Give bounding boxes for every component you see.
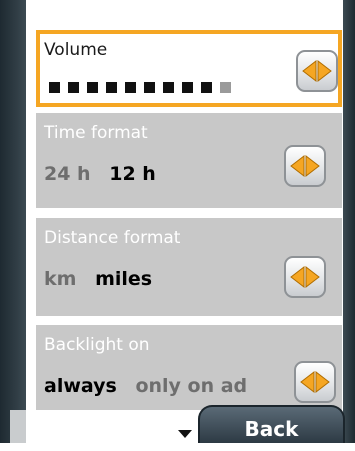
volume-segment xyxy=(182,82,193,93)
volume-setting[interactable]: Volume xyxy=(36,30,342,107)
time-format-options: 24 h 12 h xyxy=(44,163,168,185)
volume-segment xyxy=(68,82,79,93)
backlight-title: Backlight on xyxy=(44,335,150,355)
volume-segment-empty xyxy=(220,82,231,93)
distance-format-adjust-button[interactable] xyxy=(284,256,326,298)
volume-title: Volume xyxy=(44,40,108,60)
back-button[interactable]: Back xyxy=(198,405,345,443)
option-12h: 12 h xyxy=(109,163,156,185)
top-strip xyxy=(26,0,343,24)
volume-segment xyxy=(106,82,117,93)
volume-segment xyxy=(201,82,212,93)
left-right-arrows-icon xyxy=(290,266,320,288)
volume-segment xyxy=(87,82,98,93)
time-format-adjust-button[interactable] xyxy=(284,145,326,187)
left-right-arrows-icon xyxy=(290,155,320,177)
left-frame xyxy=(0,0,26,443)
volume-segment xyxy=(125,82,136,93)
distance-format-title: Distance format xyxy=(44,228,181,248)
time-format-setting[interactable]: Time format 24 h 12 h xyxy=(36,113,342,208)
backlight-adjust-button[interactable] xyxy=(294,361,336,403)
volume-adjust-button[interactable] xyxy=(296,50,338,92)
volume-segment xyxy=(49,82,60,93)
triangle-down-icon xyxy=(178,430,192,438)
option-always: always xyxy=(44,375,117,397)
option-only-on-ac: only on ad xyxy=(135,375,248,397)
distance-format-options: km miles xyxy=(44,268,164,290)
frame-notch xyxy=(10,410,26,443)
volume-level-bar xyxy=(49,82,231,93)
time-format-title: Time format xyxy=(44,123,148,143)
volume-segment xyxy=(163,82,174,93)
option-24h: 24 h xyxy=(44,163,91,185)
right-frame xyxy=(343,0,355,443)
backlight-setting[interactable]: Backlight on always only on ad xyxy=(36,325,342,410)
left-right-arrows-icon xyxy=(302,60,332,82)
backlight-options: always only on ad xyxy=(44,375,259,397)
volume-segment xyxy=(144,82,155,93)
option-miles: miles xyxy=(95,268,153,290)
left-right-arrows-icon xyxy=(300,371,330,393)
distance-format-setting[interactable]: Distance format km miles xyxy=(36,218,342,316)
option-km: km xyxy=(44,268,77,290)
